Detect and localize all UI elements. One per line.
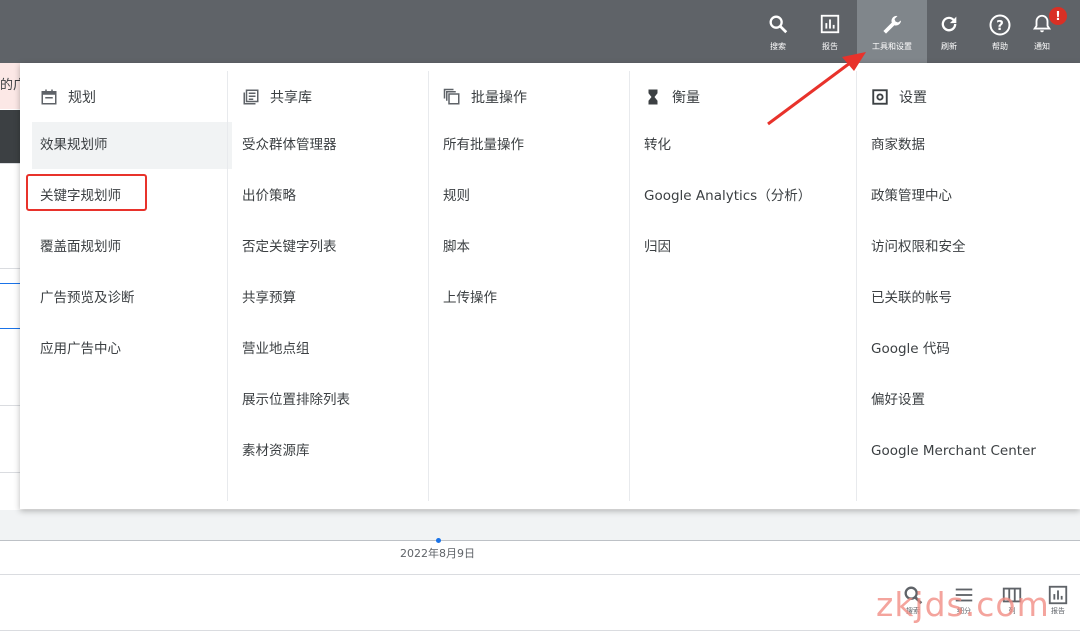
reports-icon: [1048, 585, 1068, 605]
menu-item-business-data[interactable]: 商家数据: [857, 122, 925, 169]
menu-item-access-and-security[interactable]: 访问权限和安全: [857, 224, 966, 271]
menu-item-preferences[interactable]: 偏好设置: [857, 377, 925, 424]
background-dark-header: [0, 110, 20, 163]
background-divider: [0, 163, 20, 164]
wrench-icon: [883, 15, 901, 34]
reports-tool-button[interactable]: 报告: [804, 0, 856, 63]
refresh-icon: [941, 16, 957, 32]
chart-axis-line: [0, 540, 1080, 541]
menu-item-attribution[interactable]: 归因: [630, 224, 671, 271]
search-icon: [769, 15, 788, 34]
menu-item-asset-library[interactable]: 素材资源库: [228, 428, 310, 475]
menu-column-setup: 设置 商家数据 政策管理中心 访问权限和安全 已关联的帐号 Google 代码 …: [856, 71, 1074, 501]
hourglass-icon: [648, 89, 658, 105]
menu-item-location-groups[interactable]: 营业地点组: [228, 326, 310, 373]
menu-item-placement-exclusion-lists[interactable]: 展示位置排除列表: [228, 377, 350, 424]
menu-item-google-analytics[interactable]: Google Analytics（分析）: [630, 173, 811, 220]
background-divider: [0, 574, 1080, 575]
menu-item-linked-accounts[interactable]: 已关联的帐号: [857, 275, 952, 322]
menu-item-policy-manager[interactable]: 政策管理中心: [857, 173, 952, 220]
notification-badge: !: [1049, 7, 1067, 25]
menu-item-reach-planner[interactable]: 覆盖面规划师: [32, 224, 121, 271]
reports-tool-label: 报告: [822, 42, 838, 51]
refresh-tool-button[interactable]: 刷新: [923, 0, 975, 63]
menu-item-ad-preview[interactable]: 广告预览及诊断: [32, 275, 135, 322]
search-tool-button[interactable]: 搜索: [752, 0, 804, 63]
tools-settings-button[interactable]: 工具和设置: [857, 0, 927, 63]
menu-item-audience-manager[interactable]: 受众群体管理器: [228, 122, 337, 169]
help-icon: ?: [989, 14, 1011, 36]
menu-item-shared-budgets[interactable]: 共享预算: [228, 275, 296, 322]
background-divider: [0, 472, 20, 473]
library-icon: [243, 89, 259, 105]
menu-column-planning: 规划 效果规划师 关键字规划师 覆盖面规划师 广告预览及诊断 应用广告中心: [20, 71, 232, 501]
calendar-icon: [41, 89, 57, 105]
top-navigation-bar: 搜索 报告 工具和设置 刷新 ? 帮助 ! 通知: [0, 0, 1080, 63]
bulk-actions-icon: [443, 88, 460, 105]
menu-item-scripts[interactable]: 脚本: [429, 224, 470, 271]
setup-header: 设置: [871, 85, 927, 109]
search-tool-label: 搜索: [770, 42, 786, 51]
refresh-tool-label: 刷新: [941, 42, 957, 51]
menu-column-measurement: 衡量 转化 Google Analytics（分析） 归因: [629, 71, 856, 501]
background-warning-banner: 的广: [0, 63, 20, 109]
background-divider: [0, 268, 20, 269]
planning-header: 规划: [40, 85, 96, 109]
menu-column-bulk-actions: 批量操作 所有批量操作 规则 脚本 上传操作: [428, 71, 629, 501]
settings-icon: [872, 89, 888, 105]
tools-settings-label: 工具和设置: [872, 42, 912, 51]
background-divider: [0, 405, 20, 406]
menu-item-app-advertising-hub[interactable]: 应用广告中心: [32, 326, 121, 373]
bulk-actions-header: 批量操作: [443, 85, 527, 109]
menu-item-bid-strategies[interactable]: 出价策略: [228, 173, 296, 220]
menu-item-google-merchant-center[interactable]: Google Merchant Center: [857, 428, 1036, 475]
menu-item-performance-planner[interactable]: 效果规划师: [32, 122, 232, 169]
chart-axis-marker: [436, 538, 441, 543]
setup-title: 设置: [899, 90, 927, 106]
svg-text:?: ?: [996, 19, 1004, 34]
menu-item-all-bulk-actions[interactable]: 所有批量操作: [429, 122, 524, 169]
planning-title: 规划: [68, 90, 96, 106]
watermark: zkjds.com: [876, 585, 1050, 624]
keyword-planner-highlight-box: [26, 174, 147, 211]
menu-item-uploads[interactable]: 上传操作: [429, 275, 497, 322]
background-blue-line: [0, 328, 20, 329]
background-chart-area: [0, 510, 1080, 540]
shared-library-title: 共享库: [270, 90, 312, 106]
shared-library-header: 共享库: [242, 85, 312, 109]
chart-date-label: 2022年8月9日: [400, 547, 475, 560]
bulk-actions-title: 批量操作: [471, 90, 527, 106]
table-grid-line: [0, 630, 1080, 631]
notifications-tool-label: 通知: [1034, 42, 1050, 51]
measurement-header: 衡量: [644, 85, 700, 109]
background-blue-line: [0, 283, 20, 284]
measurement-title: 衡量: [672, 90, 700, 106]
menu-item-google-tag[interactable]: Google 代码: [857, 326, 950, 373]
menu-item-rules[interactable]: 规则: [429, 173, 470, 220]
reports-icon: [820, 14, 840, 34]
notifications-tool-button[interactable]: ! 通知: [1016, 0, 1068, 63]
menu-item-negative-keyword-lists[interactable]: 否定关键字列表: [228, 224, 337, 271]
menu-item-conversions[interactable]: 转化: [630, 122, 671, 169]
tools-settings-menu: 规划 效果规划师 关键字规划师 覆盖面规划师 广告预览及诊断 应用广告中心 共享…: [20, 63, 1080, 509]
menu-column-shared-library: 共享库 受众群体管理器 出价策略 否定关键字列表 共享预算 营业地点组 展示位置…: [227, 71, 428, 501]
